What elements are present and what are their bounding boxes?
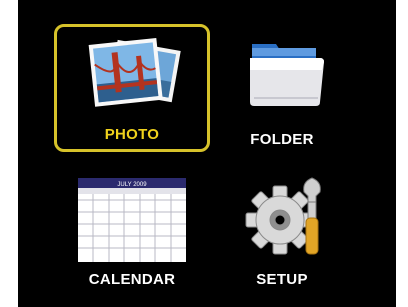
calendar-month-header: JULY 2009 [117,182,147,188]
calendar-icon: JULY 2009 [78,178,186,262]
menu-item-folder[interactable]: FOLDER [204,24,360,152]
folder-icon [250,44,324,106]
menu-item-label: CALENDAR [88,271,176,288]
menu-item-calendar[interactable]: JULY 2009 CALENDAR [54,164,210,292]
menu-item-label: FOLDER [250,131,314,148]
menu-item-setup[interactable]: SETUP [204,164,360,292]
photo-stack-icon [88,37,181,107]
gear-wrench-icon [245,177,321,255]
menu-item-label: SETUP [256,271,308,288]
menu-item-label: PHOTO [104,126,160,143]
menu-screen: PHOTO FOLDER JULY 2009 CALENDAR SETUP [18,0,396,307]
menu-item-photo[interactable]: PHOTO [54,24,210,152]
